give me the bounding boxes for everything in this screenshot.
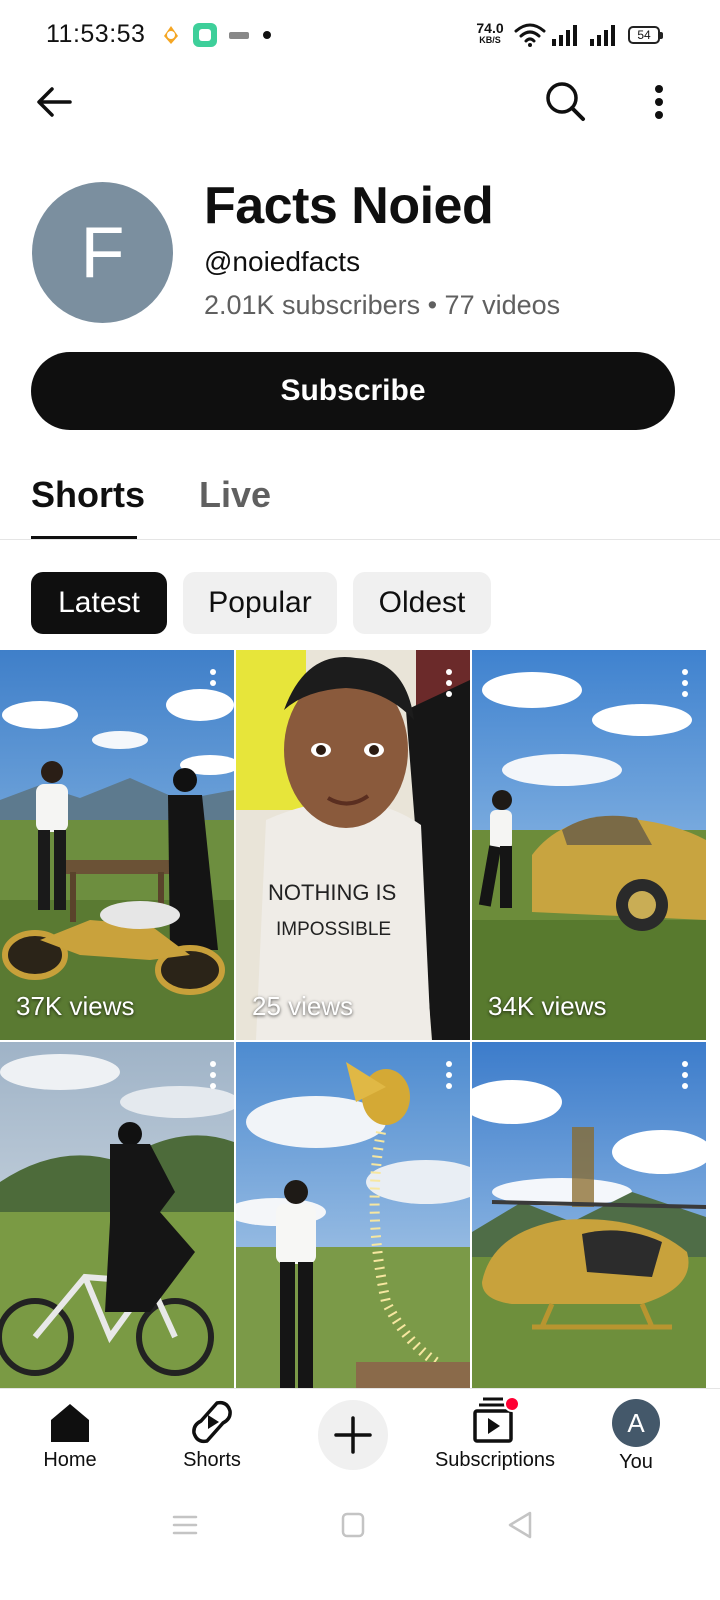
- status-time: 11:53:53: [46, 20, 146, 48]
- more-vert-icon[interactable]: [678, 668, 692, 698]
- nav-home[interactable]: Home: [30, 1389, 110, 1499]
- recent-apps-icon[interactable]: [172, 1514, 198, 1536]
- more-vert-icon[interactable]: [442, 1060, 456, 1090]
- network-speed: 74.0 KB/S: [476, 20, 504, 45]
- thumbnail-image: [0, 1042, 234, 1388]
- more-notifications-dot-icon: [263, 31, 271, 39]
- short-thumbnail[interactable]: [0, 1042, 234, 1388]
- search-button[interactable]: [538, 74, 592, 128]
- thumbnail-image: NOTHING IS IMPOSSIBLE: [236, 650, 470, 1040]
- short-thumbnail[interactable]: NOTHING IS IMPOSSIBLE 25 views: [236, 650, 470, 1040]
- short-thumbnail[interactable]: [236, 1042, 470, 1388]
- more-vert-icon[interactable]: [678, 1060, 692, 1090]
- wifi-icon: [514, 23, 546, 47]
- chip-popular[interactable]: Popular: [183, 572, 337, 634]
- app-notification-icon: [193, 23, 217, 47]
- channel-avatar[interactable]: F: [32, 182, 173, 323]
- create-plus-icon: [334, 1416, 372, 1454]
- view-count: 37K views: [16, 991, 135, 1021]
- thumbnail-image: [472, 1042, 706, 1388]
- channel-handle[interactable]: @noiedfacts: [204, 246, 360, 278]
- more-vert-icon[interactable]: [206, 1060, 220, 1090]
- app-notification-icon: [229, 32, 249, 39]
- tab-shorts[interactable]: Shorts: [31, 474, 145, 516]
- nav-shorts[interactable]: Shorts: [170, 1389, 254, 1499]
- app-notification-icon: [164, 26, 178, 44]
- back-button[interactable]: [28, 76, 80, 128]
- shirt-text: NOTHING IS: [268, 880, 396, 905]
- thumbnail-image: [472, 650, 706, 1040]
- more-vert-icon: [655, 85, 663, 119]
- short-thumbnail[interactable]: 37K views: [0, 650, 234, 1040]
- nav-label: Shorts: [183, 1449, 241, 1471]
- more-vert-icon[interactable]: [206, 668, 220, 698]
- nav-subscriptions[interactable]: Subscriptions: [428, 1389, 562, 1499]
- status-bar: 11:53:53 74.0 KB/S 54: [0, 0, 720, 72]
- tab-live[interactable]: Live: [199, 474, 271, 516]
- nav-label: You: [619, 1451, 653, 1473]
- thumbnail-image: [236, 1042, 470, 1388]
- chip-latest[interactable]: Latest: [31, 572, 167, 634]
- avatar: A: [612, 1399, 660, 1447]
- signal-icon: [590, 25, 615, 46]
- thumbnail-image: [0, 650, 234, 1040]
- short-thumbnail[interactable]: [472, 1042, 706, 1388]
- subscribe-button[interactable]: Subscribe: [31, 352, 675, 430]
- channel-stats: 2.01K subscribers • 77 videos: [204, 290, 561, 320]
- notification-dot: [504, 1396, 520, 1412]
- shorts-icon: [192, 1400, 232, 1444]
- back-system-icon[interactable]: [506, 1510, 534, 1540]
- subscriptions-icon: [473, 1396, 520, 1443]
- battery-indicator: 54: [628, 26, 663, 44]
- system-navigation-bar: [0, 1498, 720, 1600]
- create-button[interactable]: [318, 1400, 388, 1470]
- home-system-icon[interactable]: [341, 1512, 365, 1538]
- view-count: 34K views: [488, 991, 607, 1021]
- home-icon: [51, 1404, 89, 1442]
- shirt-text: IMPOSSIBLE: [276, 919, 391, 940]
- more-options-button[interactable]: [640, 76, 678, 128]
- nav-label: Home: [43, 1449, 97, 1471]
- signal-icon: [552, 25, 577, 46]
- view-count: 25 views: [252, 991, 354, 1021]
- nav-you[interactable]: A You: [596, 1389, 676, 1499]
- nav-label: Subscriptions: [434, 1449, 556, 1471]
- short-thumbnail[interactable]: 34K views: [472, 650, 706, 1040]
- chip-oldest[interactable]: Oldest: [353, 572, 491, 634]
- search-icon: [546, 82, 585, 121]
- more-vert-icon[interactable]: [442, 668, 456, 698]
- channel-name: Facts Noied: [204, 177, 494, 235]
- divider: [0, 539, 720, 540]
- back-arrow-icon: [37, 87, 72, 117]
